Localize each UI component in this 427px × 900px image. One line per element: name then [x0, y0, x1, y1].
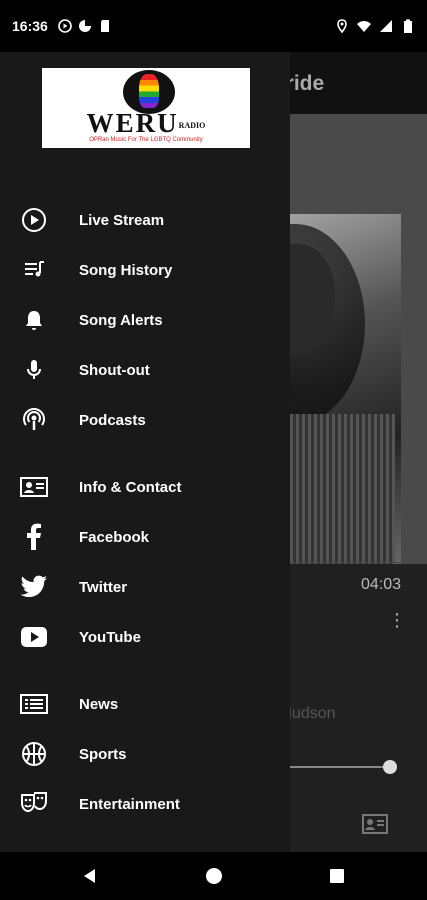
logo-brand: WERU: [86, 107, 179, 138]
sd-card-icon: [100, 20, 109, 32]
menu-item-info-contact[interactable]: Info & Contact: [0, 465, 290, 509]
home-button[interactable]: [202, 864, 226, 888]
menu-item-live-stream[interactable]: Live Stream: [0, 198, 290, 242]
menu-label: Live Stream: [79, 211, 165, 229]
logo-tagline: OPRan Music For The LGBTQ Community: [89, 136, 203, 143]
menu-label: YouTube: [79, 628, 141, 646]
menu-label: Facebook: [79, 528, 150, 546]
rainbow-logo-icon: [123, 70, 175, 114]
progress-knob[interactable]: [383, 760, 397, 774]
menu-label: Song Alerts: [79, 311, 163, 329]
logo-sub: RADIO: [178, 120, 206, 130]
twitter-icon: [20, 573, 48, 601]
home-icon: [206, 868, 222, 884]
status-bar: 16:36: [0, 0, 427, 52]
recents-button[interactable]: [325, 864, 349, 888]
contact-card-icon: [20, 473, 48, 501]
bell-icon: [20, 306, 48, 334]
battery-icon: [404, 19, 412, 33]
menu-item-twitter[interactable]: Twitter: [0, 565, 290, 609]
system-nav-bar: [0, 852, 427, 900]
more-options-icon[interactable]: ⋮: [388, 610, 406, 631]
basketball-icon: [20, 740, 48, 768]
menu-label: Info & Contact: [79, 478, 182, 496]
wifi-icon: [357, 21, 371, 32]
youtube-icon: [20, 623, 48, 651]
menu-item-sports[interactable]: Sports: [0, 732, 290, 776]
menu-item-youtube[interactable]: YouTube: [0, 615, 290, 659]
data-saver-icon: [78, 20, 91, 32]
menu-label: Sports: [79, 745, 127, 763]
back-icon: [84, 869, 95, 883]
menu-label: Podcasts: [79, 411, 146, 429]
menu-label: Shout-out: [79, 361, 150, 379]
navigation-drawer: WERURADIO OPRan Music For The LGBTQ Comm…: [0, 52, 290, 852]
drawer-header: WERURADIO OPRan Music For The LGBTQ Comm…: [0, 52, 290, 148]
signal-icon: [380, 20, 392, 32]
recents-icon: [330, 869, 344, 883]
track-duration: 04:03: [361, 576, 402, 593]
playlist-icon: [20, 256, 48, 284]
news-icon: [20, 690, 48, 718]
back-button[interactable]: [78, 864, 102, 888]
menu-item-song-alerts[interactable]: Song Alerts: [0, 298, 290, 342]
menu-label: Entertainment: [79, 795, 180, 813]
menu-item-shout-out[interactable]: Shout-out: [0, 348, 290, 392]
station-logo: WERURADIO OPRan Music For The LGBTQ Comm…: [42, 68, 250, 148]
play-circle-icon: [20, 206, 48, 234]
menu-item-song-history[interactable]: Song History: [0, 248, 290, 292]
status-time: 16:36: [12, 18, 48, 34]
location-icon: [337, 19, 347, 33]
masks-icon: [20, 790, 48, 818]
menu-item-entertainment[interactable]: Entertainment: [0, 782, 290, 826]
menu-label: Song History: [79, 261, 173, 279]
menu-label: Twitter: [79, 578, 128, 596]
podcast-icon: [20, 406, 48, 434]
menu-label: News: [79, 695, 119, 713]
contact-card-icon[interactable]: [362, 813, 388, 835]
menu-item-news[interactable]: News: [0, 682, 290, 726]
menu-item-facebook[interactable]: Facebook: [0, 515, 290, 559]
menu-item-podcasts[interactable]: Podcasts: [0, 398, 290, 442]
facebook-icon: [20, 523, 48, 551]
play-notification-icon: [58, 19, 72, 33]
microphone-icon: [20, 356, 48, 384]
